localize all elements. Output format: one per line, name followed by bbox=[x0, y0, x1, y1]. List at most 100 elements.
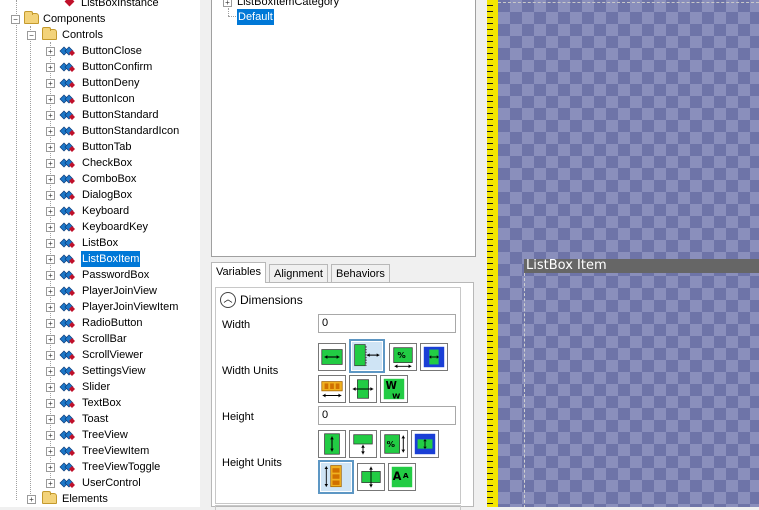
expand-toggle-icon[interactable]: + bbox=[46, 303, 55, 312]
height-units-percent-of-parent-button[interactable] bbox=[411, 430, 439, 458]
expand-toggle-icon[interactable]: + bbox=[46, 447, 55, 456]
tree-item-control[interactable]: + Keyboard bbox=[0, 203, 200, 219]
tree-item-control[interactable]: + PasswordBox bbox=[0, 267, 200, 283]
component-icon bbox=[59, 110, 75, 120]
height-units-ratio-button[interactable] bbox=[357, 463, 385, 491]
collapse-toggle-icon[interactable]: − bbox=[27, 31, 36, 40]
expand-toggle-icon[interactable]: + bbox=[46, 415, 55, 424]
canvas-bound-line bbox=[498, 2, 759, 3]
expand-toggle-icon[interactable]: + bbox=[46, 79, 55, 88]
tab-alignment[interactable]: Alignment bbox=[269, 264, 328, 282]
expand-toggle-icon[interactable]: + bbox=[46, 399, 55, 408]
width-units-height-based-button[interactable]: WW bbox=[380, 375, 408, 403]
component-icon bbox=[59, 94, 75, 104]
tree-item-control[interactable]: + TreeView bbox=[0, 427, 200, 443]
state-item-default[interactable]: Default bbox=[212, 9, 472, 25]
expand-toggle-icon[interactable]: + bbox=[46, 431, 55, 440]
width-units-relative-container-button[interactable] bbox=[349, 339, 385, 373]
height-units-width-based-button[interactable]: AA bbox=[388, 463, 416, 491]
expand-toggle-icon[interactable]: + bbox=[46, 223, 55, 232]
tree-item-label: ScrollBar bbox=[82, 333, 127, 345]
tree-item-control[interactable]: + ListBox bbox=[0, 235, 200, 251]
collapse-toggle-icon[interactable]: − bbox=[11, 15, 20, 24]
expand-toggle-icon[interactable]: + bbox=[223, 0, 232, 7]
expand-toggle-icon[interactable]: + bbox=[46, 271, 55, 280]
component-icon bbox=[59, 158, 75, 168]
collapse-chevron-icon[interactable]: ︿ bbox=[220, 292, 236, 308]
expand-toggle-icon[interactable]: + bbox=[27, 495, 36, 504]
expand-toggle-icon[interactable]: + bbox=[46, 479, 55, 488]
tree-item-control[interactable]: + ButtonIcon bbox=[0, 91, 200, 107]
component-icon bbox=[59, 318, 75, 328]
tree-item-control[interactable]: + PlayerJoinView bbox=[0, 283, 200, 299]
expand-toggle-icon[interactable]: + bbox=[46, 63, 55, 72]
width-units-ratio-button[interactable] bbox=[349, 375, 377, 403]
tree-item-listboxinstance[interactable]: ListBoxInstance bbox=[0, 0, 200, 11]
states-tree[interactable]: + ListBoxItemCategory Default bbox=[211, 0, 476, 257]
expand-toggle-icon[interactable]: + bbox=[46, 159, 55, 168]
expand-toggle-icon[interactable]: + bbox=[46, 95, 55, 104]
tree-item-control[interactable]: + Slider bbox=[0, 379, 200, 395]
expand-toggle-icon[interactable]: + bbox=[46, 111, 55, 120]
tree-item-control[interactable]: + RadioButton bbox=[0, 315, 200, 331]
expand-toggle-icon[interactable]: + bbox=[46, 367, 55, 376]
editor-canvas[interactable]: ListBox Item bbox=[498, 0, 759, 507]
tree-item-control[interactable]: + ScrollViewer bbox=[0, 347, 200, 363]
project-tree[interactable]: ListBoxInstance − Components − Controls … bbox=[0, 0, 200, 507]
tree-item-control[interactable]: + ComboBox bbox=[0, 171, 200, 187]
tree-item-elements[interactable]: + Elements bbox=[0, 491, 200, 507]
tree-item-control[interactable]: + ButtonClose bbox=[0, 43, 200, 59]
expand-toggle-icon[interactable]: + bbox=[46, 127, 55, 136]
height-units-percent-button[interactable]: % bbox=[380, 430, 408, 458]
component-icon bbox=[59, 126, 75, 136]
tab-behaviors[interactable]: Behaviors bbox=[331, 264, 390, 282]
tree-item-control[interactable]: + ListBoxItem bbox=[0, 251, 200, 267]
tree-item-control[interactable]: + ButtonTab bbox=[0, 139, 200, 155]
tree-item-control[interactable]: + PlayerJoinViewItem bbox=[0, 299, 200, 315]
tree-item-control[interactable]: + SettingsView bbox=[0, 363, 200, 379]
component-icon bbox=[59, 334, 75, 344]
tree-item-control[interactable]: + CheckBox bbox=[0, 155, 200, 171]
tree-item-control[interactable]: + ButtonDeny bbox=[0, 75, 200, 91]
tree-item-control[interactable]: + Toast bbox=[0, 411, 200, 427]
expand-toggle-icon[interactable]: + bbox=[46, 335, 55, 344]
expand-toggle-icon[interactable]: + bbox=[46, 191, 55, 200]
tree-item-control[interactable]: + TreeViewToggle bbox=[0, 459, 200, 475]
listbox-item-body[interactable] bbox=[524, 273, 759, 507]
width-units-percent-of-parent-button[interactable] bbox=[420, 343, 448, 371]
tree-item-control[interactable]: + ButtonConfirm bbox=[0, 59, 200, 75]
panel-splitter[interactable] bbox=[200, 0, 209, 507]
height-units-relative-container-button[interactable] bbox=[349, 430, 377, 458]
tree-item-control[interactable]: + TextBox bbox=[0, 395, 200, 411]
listbox-item-header[interactable]: ListBox Item bbox=[524, 259, 759, 273]
expand-toggle-icon[interactable]: + bbox=[46, 287, 55, 296]
tree-item-control[interactable]: + ButtonStandard bbox=[0, 107, 200, 123]
tab-variables[interactable]: Variables bbox=[211, 262, 267, 283]
tree-item-control[interactable]: + TreeViewItem bbox=[0, 443, 200, 459]
height-units-relative-children-button[interactable] bbox=[318, 460, 354, 494]
tree-item-control[interactable]: + KeyboardKey bbox=[0, 219, 200, 235]
width-units-relative-children-button[interactable] bbox=[318, 375, 346, 403]
width-input[interactable]: 0 bbox=[318, 314, 456, 333]
tree-item-control[interactable]: + DialogBox bbox=[0, 187, 200, 203]
tree-item-components[interactable]: − Components bbox=[0, 11, 200, 27]
tree-item-control[interactable]: + ButtonStandardIcon bbox=[0, 123, 200, 139]
expand-toggle-icon[interactable]: + bbox=[46, 47, 55, 56]
tree-item-control[interactable]: + UserControl bbox=[0, 475, 200, 491]
expand-toggle-icon[interactable]: + bbox=[46, 319, 55, 328]
width-units-absolute-button[interactable] bbox=[318, 343, 346, 371]
height-input[interactable]: 0 bbox=[318, 406, 456, 425]
expand-toggle-icon[interactable]: + bbox=[46, 207, 55, 216]
tree-item-controls[interactable]: − Controls bbox=[0, 27, 200, 43]
expand-toggle-icon[interactable]: + bbox=[46, 175, 55, 184]
height-units-absolute-button[interactable] bbox=[318, 430, 346, 458]
expand-toggle-icon[interactable]: + bbox=[46, 383, 55, 392]
width-units-percent-button[interactable]: % bbox=[389, 343, 417, 371]
expand-toggle-icon[interactable]: + bbox=[46, 255, 55, 264]
expand-toggle-icon[interactable]: + bbox=[46, 239, 55, 248]
tree-item-label: SettingsView bbox=[82, 365, 146, 377]
tree-item-control[interactable]: + ScrollBar bbox=[0, 331, 200, 347]
expand-toggle-icon[interactable]: + bbox=[46, 351, 55, 360]
expand-toggle-icon[interactable]: + bbox=[46, 143, 55, 152]
expand-toggle-icon[interactable]: + bbox=[46, 463, 55, 472]
